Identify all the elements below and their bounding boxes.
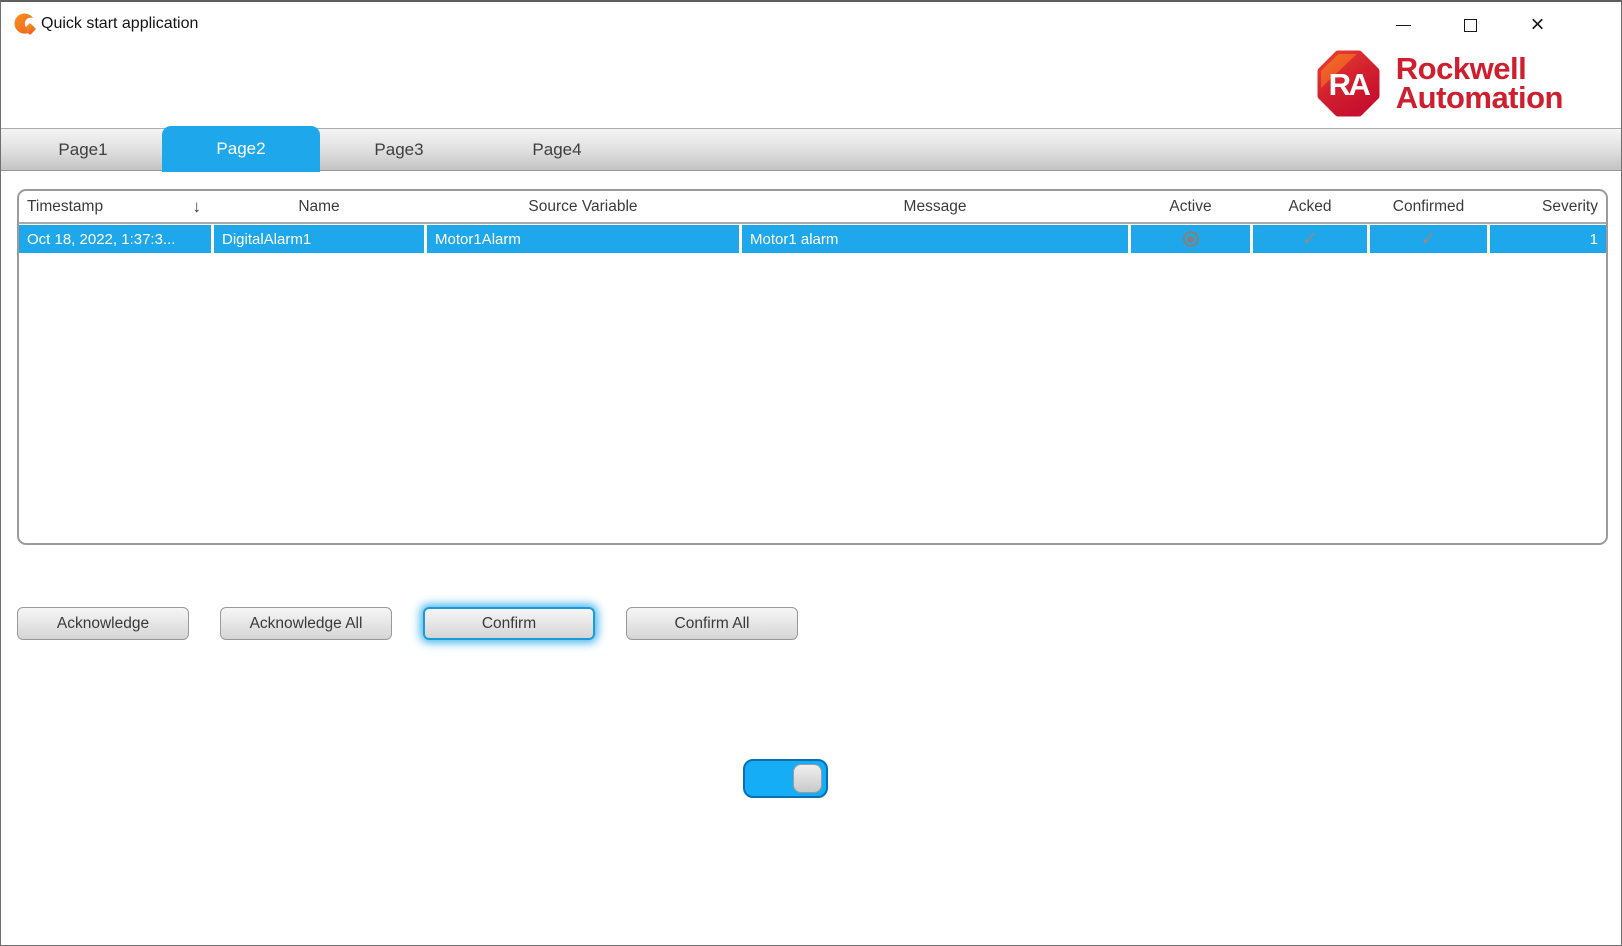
app-window: { "window": { "title": "Quick start appl…: [0, 0, 1622, 946]
column-label: Acked: [1288, 198, 1331, 216]
tab-bar: Page1 Page2 Page3 Page4: [1, 128, 1621, 171]
cell-severity: 1: [1490, 225, 1606, 253]
brand-line2: Automation: [1396, 84, 1563, 113]
window-title: Quick start application: [41, 2, 198, 48]
column-label: Confirmed: [1393, 198, 1465, 216]
rockwell-badge-icon: RA: [1314, 49, 1383, 118]
cell-timestamp: Oct 18, 2022, 1:37:3...: [19, 225, 211, 253]
column-label: Message: [904, 198, 967, 216]
cell-message: Motor1 alarm: [742, 225, 1128, 253]
sort-descending-icon[interactable]: ↓: [193, 197, 202, 217]
acked-check-icon: ✓: [1302, 228, 1318, 250]
column-label: Source Variable: [528, 198, 637, 216]
confirm-button[interactable]: Confirm: [423, 607, 595, 640]
app-logo-icon: [14, 13, 37, 36]
title-bar: Quick start application ×: [1, 2, 1621, 48]
tab-page3[interactable]: Page3: [320, 129, 478, 171]
minimize-button[interactable]: [1370, 2, 1437, 48]
column-header-acked[interactable]: Acked: [1253, 191, 1367, 222]
alarm-grid-header: Timestamp ↓ Name Source Variable Message…: [19, 191, 1606, 224]
column-header-confirmed[interactable]: Confirmed: [1370, 191, 1487, 222]
toggle-knob[interactable]: [793, 764, 822, 793]
badge-monogram: RA: [1328, 67, 1370, 102]
acknowledge-button[interactable]: Acknowledge: [17, 607, 189, 640]
tab-page4[interactable]: Page4: [478, 129, 636, 171]
alarm-row-selected[interactable]: Oct 18, 2022, 1:37:3... DigitalAlarm1 Mo…: [19, 225, 1606, 253]
column-header-timestamp[interactable]: Timestamp ↓: [19, 191, 211, 222]
alarm-actions: Acknowledge Acknowledge All Confirm Conf…: [17, 607, 829, 640]
confirmed-check-icon: ✓: [1421, 228, 1437, 250]
acknowledge-all-button[interactable]: Acknowledge All: [220, 607, 392, 640]
confirm-all-button[interactable]: Confirm All: [626, 607, 798, 640]
tab-label: Page1: [58, 140, 107, 160]
cell-active: [1131, 225, 1250, 253]
cell-confirmed: ✓: [1370, 225, 1487, 253]
column-header-active[interactable]: Active: [1131, 191, 1250, 222]
close-button[interactable]: ×: [1504, 2, 1571, 48]
tab-page2[interactable]: Page2: [162, 126, 320, 172]
column-header-message[interactable]: Message: [742, 191, 1128, 222]
brand-logo: RA Rockwell Automation: [1314, 49, 1563, 118]
column-label: Active: [1169, 198, 1211, 216]
active-radio-icon: [1183, 231, 1199, 247]
maximize-button[interactable]: [1437, 2, 1504, 48]
brand-wordmark: Rockwell Automation: [1396, 55, 1563, 113]
tab-page1[interactable]: Page1: [4, 129, 162, 171]
tab-label: Page4: [532, 140, 581, 160]
tab-label: Page3: [374, 140, 423, 160]
column-label: Name: [298, 198, 339, 216]
tab-label: Page2: [216, 139, 265, 159]
cell-source-variable: Motor1Alarm: [427, 225, 739, 253]
minimize-icon: [1396, 25, 1411, 26]
window-controls: ×: [1370, 2, 1571, 48]
column-header-name[interactable]: Name: [214, 191, 424, 222]
alarm-grid: Timestamp ↓ Name Source Variable Message…: [17, 189, 1608, 545]
close-icon: ×: [1530, 15, 1544, 35]
column-label: Timestamp: [27, 198, 103, 216]
maximize-icon: [1464, 19, 1477, 32]
column-header-source-variable[interactable]: Source Variable: [427, 191, 739, 222]
toggle-switch[interactable]: [743, 759, 828, 798]
column-label: Severity: [1542, 198, 1598, 216]
column-header-severity[interactable]: Severity: [1490, 191, 1606, 222]
cell-name: DigitalAlarm1: [214, 225, 424, 253]
cell-acked: ✓: [1253, 225, 1367, 253]
